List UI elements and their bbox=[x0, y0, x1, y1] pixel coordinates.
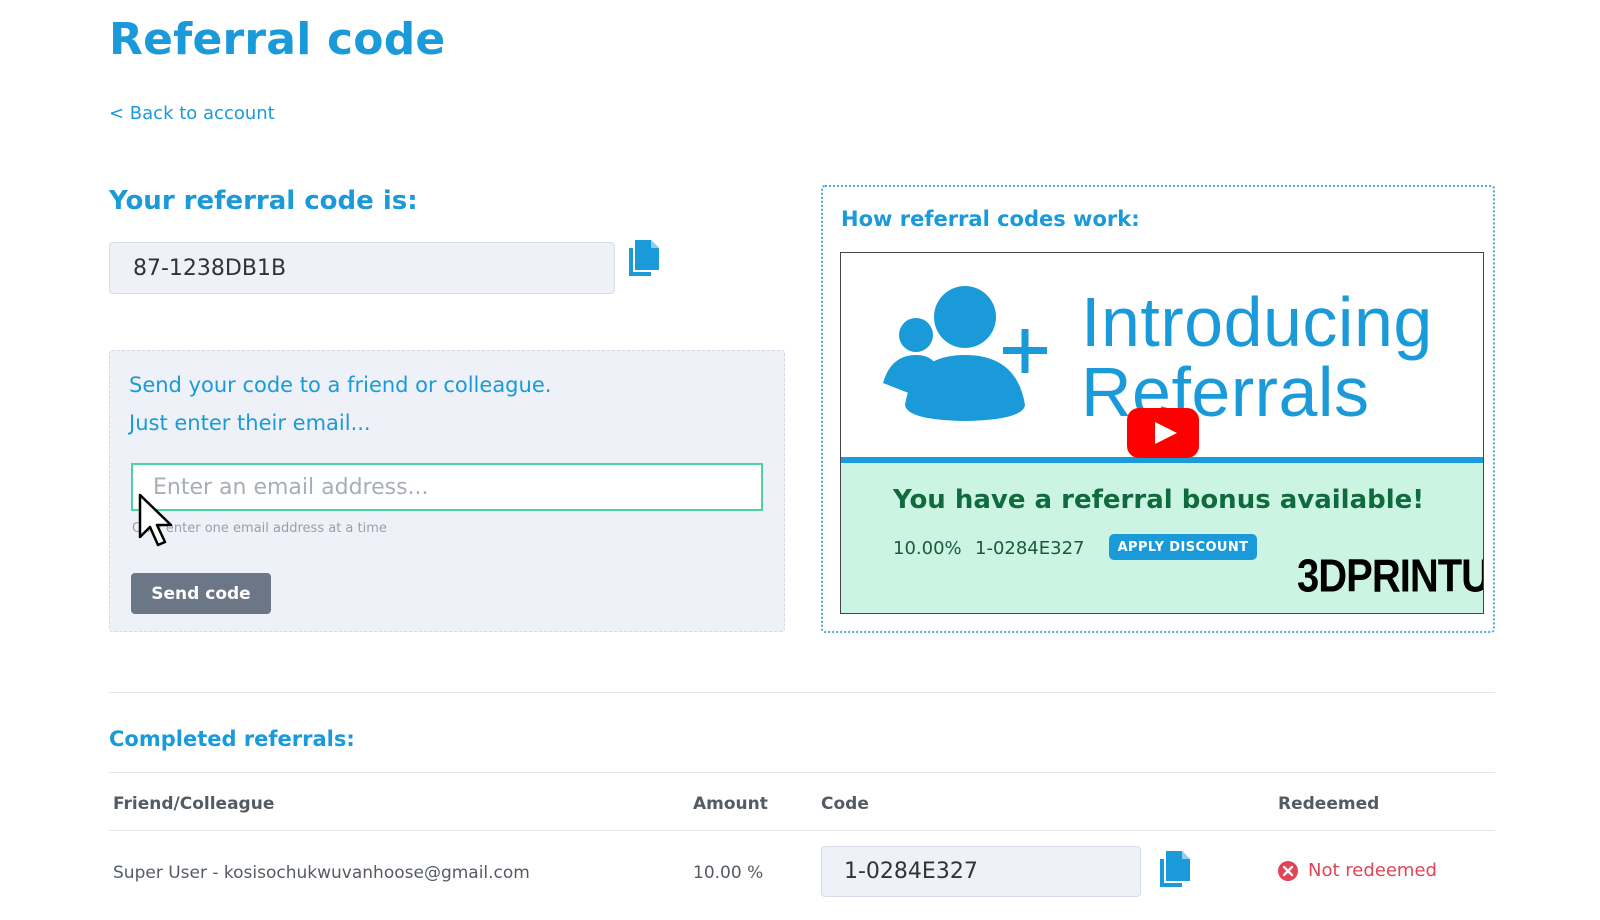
redeemed-status: Not redeemed bbox=[1278, 860, 1437, 881]
referral-code-field[interactable]: 87-1238DB1B bbox=[109, 242, 615, 294]
copy-row-code-button[interactable] bbox=[1158, 851, 1192, 889]
video-title-line1: Introducing bbox=[1081, 283, 1433, 361]
column-header-friend: Friend/Colleague bbox=[113, 794, 275, 814]
copy-icon bbox=[629, 240, 659, 276]
how-it-works-title: How referral codes work: bbox=[841, 207, 1140, 231]
send-code-button[interactable]: Send code bbox=[131, 573, 271, 614]
table-top-border bbox=[109, 772, 1495, 773]
apply-discount-badge: APPLY DISCOUNT bbox=[1109, 534, 1257, 560]
copy-icon bbox=[1160, 851, 1190, 887]
mouse-cursor-icon bbox=[138, 493, 173, 547]
amount-cell: 10.00 % bbox=[693, 863, 764, 883]
page-title: Referral code bbox=[109, 14, 446, 65]
completed-referrals-title: Completed referrals: bbox=[109, 727, 355, 751]
column-header-code: Code bbox=[821, 794, 869, 814]
back-to-account-link[interactable]: < Back to account bbox=[109, 103, 275, 124]
send-instructions-secondary: Just enter their email... bbox=[129, 411, 371, 435]
send-instructions: Send your code to a friend or colleague. bbox=[129, 373, 552, 397]
bonus-percent: 10.00% bbox=[893, 538, 962, 559]
video-title-line2: Referrals bbox=[1081, 353, 1370, 431]
redeemed-status-label: Not redeemed bbox=[1308, 860, 1437, 881]
add-user-group-icon bbox=[883, 286, 1047, 421]
referral-code-heading: Your referral code is: bbox=[109, 186, 418, 216]
friend-cell: Super User - kosisochukwuvanhoose@gmail.… bbox=[113, 863, 530, 883]
bonus-code: 1-0284E327 bbox=[975, 538, 1085, 559]
youtube-play-icon[interactable] bbox=[1127, 408, 1199, 458]
code-cell[interactable]: 1-0284E327 bbox=[821, 846, 1141, 897]
x-circle-icon bbox=[1278, 860, 1298, 881]
email-input[interactable] bbox=[131, 463, 763, 511]
copy-referral-code-button[interactable] bbox=[627, 240, 661, 278]
referral-code-value: 87-1238DB1B bbox=[133, 255, 287, 281]
video-player[interactable]: Introducing Referrals You have a referra… bbox=[840, 252, 1484, 614]
send-code-panel: Send your code to a friend or colleague.… bbox=[109, 350, 785, 632]
section-divider bbox=[109, 692, 1495, 693]
code-cell-value: 1-0284E327 bbox=[844, 859, 978, 884]
how-it-works-panel: How referral codes work: Introducing Ref… bbox=[821, 185, 1495, 633]
brand-logo: 3DPRINTUK bbox=[1297, 551, 1483, 602]
table-header-border bbox=[109, 830, 1495, 831]
column-header-amount: Amount bbox=[693, 794, 768, 814]
column-header-redeemed: Redeemed bbox=[1278, 794, 1380, 814]
bonus-title: You have a referral bonus available! bbox=[893, 485, 1425, 515]
